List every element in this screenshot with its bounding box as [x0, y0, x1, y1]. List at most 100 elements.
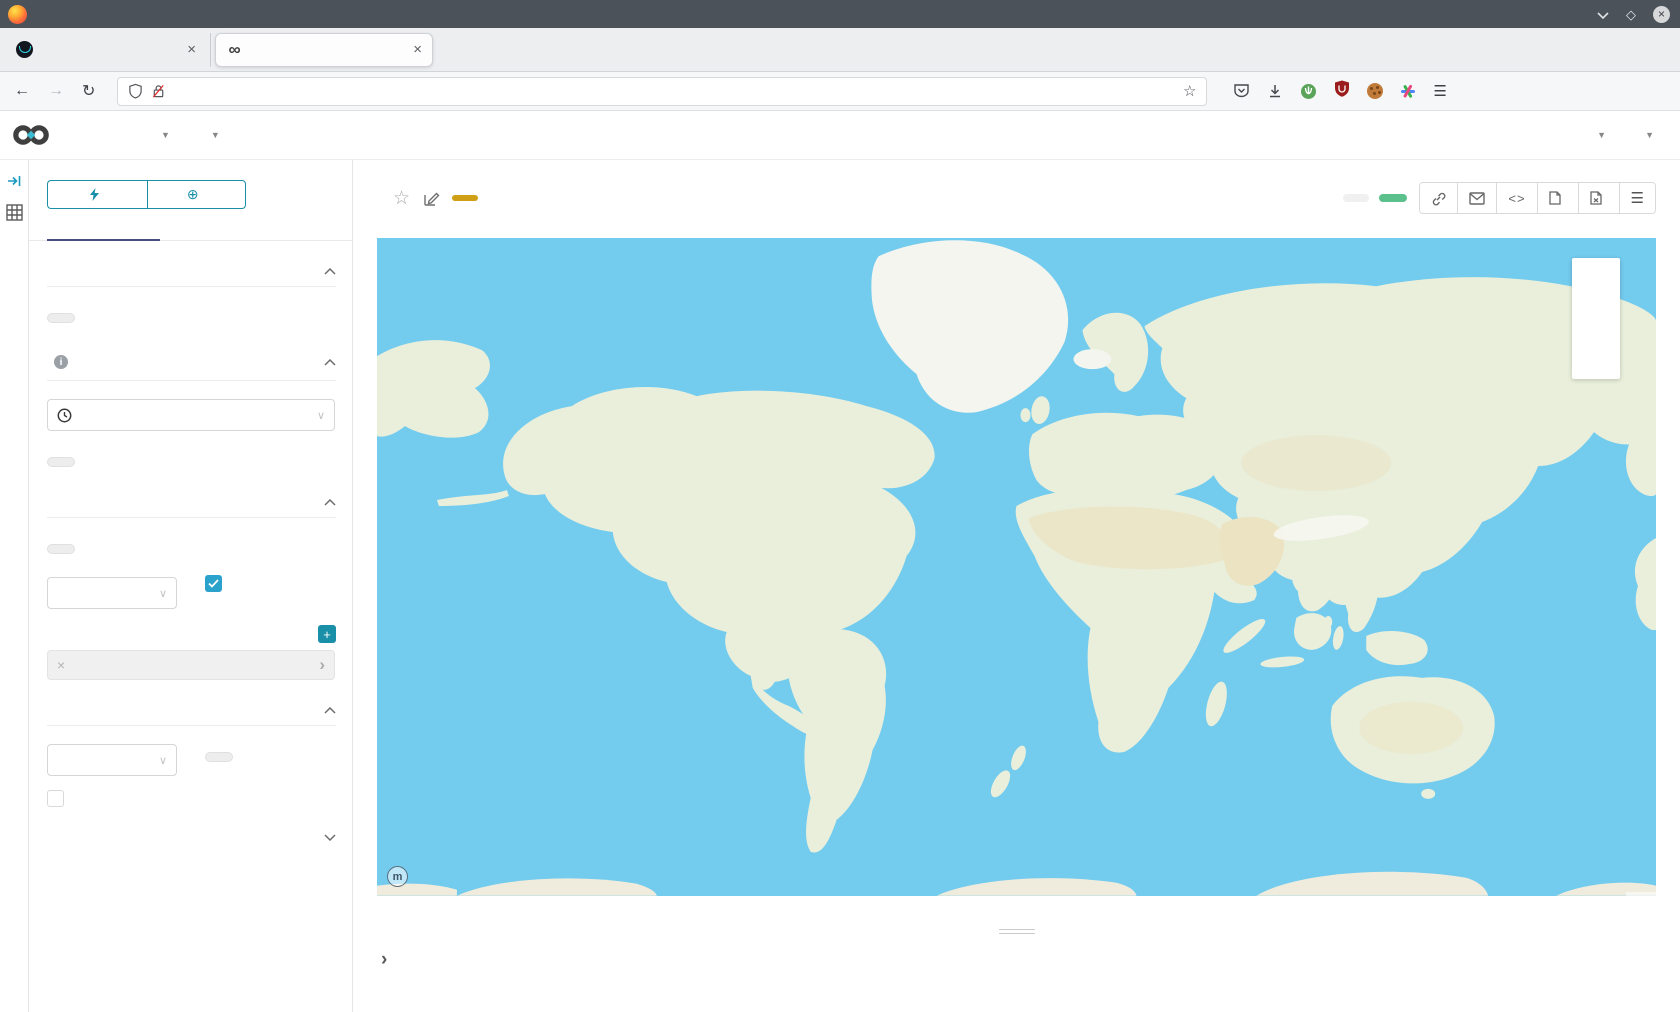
ublock-icon[interactable]: [1334, 80, 1350, 102]
new-item-button[interactable]: ▼: [1594, 130, 1606, 140]
export-json-button[interactable]: [1537, 183, 1578, 213]
legend-item[interactable]: [1585, 302, 1606, 319]
clock-icon: [57, 408, 72, 423]
bookmark-star-icon[interactable]: ☆: [1183, 82, 1196, 100]
favorite-star-icon[interactable]: ☆: [393, 187, 410, 210]
legend-item[interactable]: [1585, 286, 1606, 303]
row-limit-select[interactable]: ∨: [47, 577, 177, 609]
map-points-layer: [377, 238, 1656, 896]
screen: ◇ × × ∞ × ← → ↻: [0, 0, 1680, 1012]
chevron-down-icon: ∨: [317, 409, 325, 422]
superset-navbar: ▼ ▼ ▼ ▼: [0, 111, 1680, 160]
window-maximize-icon[interactable]: ◇: [1626, 8, 1636, 21]
insecure-lock-icon[interactable]: [151, 83, 166, 99]
map-attribution: [1626, 892, 1656, 896]
viz-type-value[interactable]: [47, 313, 75, 323]
chevron-down-icon: ▼: [1597, 130, 1606, 140]
checkbox-checked-icon[interactable]: [205, 575, 222, 592]
browser-urlbar: ← → ↻ ☆: [0, 72, 1680, 111]
legend-swatch: [1585, 305, 1595, 315]
map-style-select[interactable]: ∨: [47, 744, 177, 776]
nav-item-data[interactable]: ▼: [206, 130, 220, 140]
mapbox-logo[interactable]: m: [387, 866, 412, 887]
main-panel: ☆: [353, 160, 1680, 1012]
legend-item[interactable]: [1585, 335, 1606, 352]
save-button[interactable]: ⊕: [147, 180, 246, 209]
browser-tab-earthquake[interactable]: ∞ ×: [215, 33, 433, 67]
export-csv-button[interactable]: [1578, 183, 1619, 213]
chevron-down-icon: ▼: [1645, 130, 1654, 140]
collapse-panel-icon[interactable]: [7, 174, 22, 188]
file-x-icon: [1590, 191, 1602, 205]
back-button[interactable]: ←: [14, 82, 30, 100]
map-legend: [1572, 258, 1620, 379]
email-button[interactable]: [1457, 183, 1496, 213]
shield-permissions-icon[interactable]: [128, 83, 143, 99]
section-point-size[interactable]: [47, 834, 336, 841]
download-icon[interactable]: [1267, 83, 1283, 99]
auto-zoom-checkbox-row[interactable]: [47, 790, 336, 807]
run-button[interactable]: [47, 180, 147, 209]
superset-favicon: ∞: [226, 41, 243, 58]
ignore-null-checkbox-row[interactable]: [205, 575, 230, 609]
control-sidebar: ⊕ i: [29, 160, 353, 1012]
link-icon: [1431, 191, 1446, 206]
section-map[interactable]: [47, 707, 336, 714]
window-close-icon[interactable]: ×: [1653, 6, 1670, 23]
panel-resize-handle[interactable]: [999, 926, 1035, 937]
section-query[interactable]: [47, 499, 336, 506]
dataset-grid-icon[interactable]: [6, 204, 23, 221]
legend-swatch: [1585, 338, 1595, 348]
tab-close-icon[interactable]: ×: [413, 41, 422, 58]
checkbox-unchecked-icon[interactable]: [47, 790, 64, 807]
reload-button[interactable]: ↻: [82, 81, 95, 101]
add-filter-button[interactable]: +: [318, 625, 336, 643]
browser-menu-icon[interactable]: ☰: [1433, 82, 1446, 100]
envelope-icon: [1469, 192, 1485, 205]
menu-icon: ☰: [1631, 189, 1644, 207]
divider: [47, 380, 336, 381]
lightning-icon: [90, 188, 99, 201]
tab-close-icon[interactable]: ×: [187, 41, 196, 58]
chevron-down-icon: [324, 834, 336, 841]
settings-menu[interactable]: ▼: [1640, 130, 1654, 140]
superset-brand[interactable]: [12, 124, 58, 146]
lonlat-value[interactable]: [47, 544, 75, 554]
legend-item[interactable]: [1585, 319, 1606, 336]
forward-button[interactable]: →: [48, 82, 64, 100]
map-canvas[interactable]: m: [377, 238, 1656, 896]
plus-circle-icon: ⊕: [187, 186, 199, 203]
legend-item[interactable]: [1585, 269, 1606, 286]
remove-filter-icon[interactable]: ×: [57, 657, 65, 673]
privacy-badger-icon[interactable]: [1300, 83, 1317, 100]
url-field[interactable]: ☆: [117, 77, 1207, 106]
mapbox-logo-icon: m: [387, 866, 408, 887]
section-chart-type[interactable]: [47, 268, 336, 275]
viewport-value[interactable]: [205, 752, 233, 762]
embed-code-button[interactable]: <>: [1496, 183, 1536, 213]
copy-link-button[interactable]: [1420, 183, 1457, 213]
altered-badge[interactable]: [452, 195, 478, 201]
time-range-value[interactable]: [47, 457, 75, 467]
colorful-asterisk-extension-icon[interactable]: [1400, 83, 1416, 99]
pocket-icon[interactable]: [1233, 83, 1250, 99]
chart-menu-button[interactable]: ☰: [1619, 183, 1655, 213]
superset-logo-icon: [12, 124, 50, 146]
chevron-right-icon: ›: [381, 950, 387, 969]
section-time[interactable]: i: [47, 355, 336, 369]
edit-properties-icon[interactable]: [423, 190, 440, 207]
data-panel-toggle[interactable]: ›: [381, 950, 399, 969]
window-minimize-icon[interactable]: [1597, 8, 1609, 21]
nav-item-sql-lab[interactable]: ▼: [156, 130, 170, 140]
legend-item[interactable]: [1585, 352, 1606, 369]
browser-tabbar: × ∞ ×: [0, 28, 1680, 72]
expand-filter-icon[interactable]: ›: [319, 655, 325, 675]
browser-tab-apache-druid[interactable]: ×: [6, 33, 211, 67]
tab-data[interactable]: [47, 227, 160, 241]
chevron-up-icon: [324, 499, 336, 506]
filter-chip[interactable]: × ›: [47, 650, 335, 680]
chevron-down-icon: ∨: [159, 587, 167, 600]
cookie-extension-icon[interactable]: [1367, 83, 1383, 99]
time-column-select[interactable]: ∨: [47, 399, 335, 431]
legend-swatch: [1585, 355, 1595, 365]
